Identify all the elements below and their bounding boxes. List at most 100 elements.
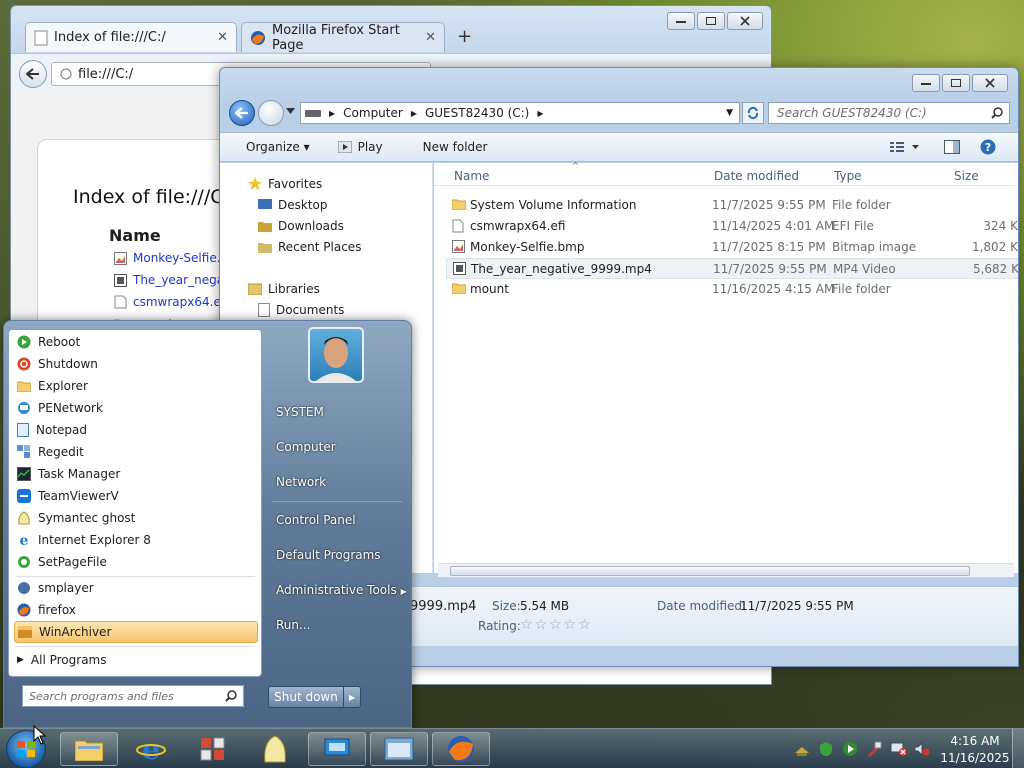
tray-network-icon[interactable] (890, 741, 908, 757)
clock-date[interactable]: 11/16/2025 (940, 751, 1010, 765)
network-icon (324, 738, 350, 756)
nav-recent-places[interactable]: Recent Places (258, 240, 361, 254)
program-smplayer[interactable]: smplayer (14, 577, 258, 599)
taskbar-penetwork[interactable] (308, 732, 366, 766)
close-tab-icon[interactable]: ✕ (425, 30, 436, 45)
column-header-size[interactable]: Size (954, 169, 979, 183)
shutdown-button[interactable]: Shut down (268, 686, 344, 708)
minimize-button[interactable] (667, 12, 695, 30)
close-tab-icon[interactable]: ✕ (217, 30, 228, 45)
nav-favorites[interactable]: Favorites (248, 177, 322, 191)
avatar[interactable] (308, 327, 364, 383)
program-teamviewer[interactable]: TeamViewerV (14, 485, 258, 507)
horizontal-scrollbar[interactable] (438, 563, 1014, 577)
table-row-selected[interactable]: The_year_negative_9999.mp4 11/7/2025 9:55… (446, 258, 1018, 279)
table-row[interactable]: mount 11/16/2025 4:15 AM File folder (446, 279, 1018, 300)
program-internet-explorer[interactable]: e Internet Explorer 8 (14, 529, 258, 551)
computer-link[interactable]: Computer (276, 440, 336, 454)
program-winarchiver[interactable]: WinArchiver (14, 621, 258, 643)
back-button[interactable] (229, 100, 255, 126)
internet-explorer-icon: e (136, 734, 166, 764)
nav-documents[interactable]: Documents (258, 303, 344, 317)
run-link[interactable]: Run... (276, 618, 310, 632)
program-reboot[interactable]: Reboot (14, 331, 258, 353)
program-task-manager[interactable]: Task Manager (14, 463, 258, 485)
taskbar-regedit[interactable] (184, 732, 242, 766)
preview-pane-icon[interactable] (944, 140, 960, 154)
play-button[interactable]: Play (337, 140, 383, 154)
help-icon[interactable]: ? (980, 139, 996, 155)
all-programs-button[interactable]: ▶ All Programs (14, 649, 258, 671)
taskbar-firefox[interactable] (432, 732, 490, 766)
maximize-button[interactable] (942, 74, 970, 92)
control-panel-link[interactable]: Control Panel (276, 513, 356, 527)
breadcrumb-computer[interactable]: Computer (343, 106, 403, 120)
teamviewer-icon (17, 489, 31, 503)
nav-downloads[interactable]: Downloads (258, 219, 344, 233)
forward-button[interactable] (258, 100, 284, 126)
show-desktop-button[interactable] (1012, 729, 1024, 768)
back-button[interactable] (19, 60, 47, 88)
user-folder-link[interactable]: SYSTEM (276, 405, 324, 419)
breadcrumb-drive[interactable]: GUEST82430 (C:) (425, 106, 529, 120)
clock-time[interactable]: 4:16 AM (940, 734, 1010, 748)
svg-text:?: ? (985, 141, 991, 154)
new-folder-button[interactable]: New folder (423, 140, 488, 154)
url-text: file:///C:/ (78, 66, 134, 82)
default-programs-link[interactable]: Default Programs (276, 548, 381, 562)
rating-stars[interactable]: ☆☆☆☆☆ (520, 617, 593, 633)
tray-app-icon[interactable] (794, 741, 810, 757)
close-button[interactable] (972, 74, 1008, 92)
minimize-button[interactable] (912, 74, 940, 92)
chevron-right-icon: ▶ (537, 108, 544, 118)
program-shutdown[interactable]: Shutdown (14, 353, 258, 375)
close-button[interactable] (727, 12, 763, 30)
administrative-tools-link[interactable]: Administrative Tools ▶ (276, 583, 407, 597)
organize-button[interactable]: Organize ▾ (246, 140, 310, 154)
taskbar-explorer-window[interactable] (370, 732, 428, 766)
column-header-type[interactable]: Type (834, 169, 862, 183)
new-tab-button[interactable]: + (457, 26, 472, 47)
tray-play-icon[interactable] (842, 741, 858, 757)
program-penetwork[interactable]: PENetwork (14, 397, 258, 419)
search-input[interactable]: Search GUEST82430 (C:) (768, 102, 1010, 124)
network-link[interactable]: Network (276, 475, 326, 489)
program-setpagefile[interactable]: SetPageFile (14, 551, 258, 573)
svg-text:e: e (20, 533, 29, 547)
taskbar-explorer[interactable] (60, 732, 118, 766)
table-row[interactable]: csmwrapx64.efi 11/14/2025 4:01 AM EFI File… (446, 216, 1018, 237)
start-search-input[interactable]: Search programs and files (22, 685, 244, 707)
tray-security-icon[interactable] (818, 741, 834, 757)
folder-icon (452, 282, 466, 294)
tray-volume-icon[interactable] (914, 741, 930, 757)
program-symantec-ghost[interactable]: Symantec ghost (14, 507, 258, 529)
tab-index[interactable]: Index of file:///C:/ ✕ (25, 22, 237, 52)
program-notepad[interactable]: Notepad (14, 419, 258, 441)
ghost-icon (17, 511, 31, 525)
chevron-down-icon[interactable]: ▼ (726, 108, 733, 118)
firefox-icon (250, 30, 266, 46)
program-regedit[interactable]: Regedit (14, 441, 258, 463)
maximize-button[interactable] (697, 12, 725, 30)
nav-libraries[interactable]: Libraries (248, 282, 320, 296)
refresh-button[interactable] (742, 102, 764, 124)
column-header-date[interactable]: Date modified (714, 169, 799, 183)
program-firefox[interactable]: firefox (14, 599, 258, 621)
history-dropdown-icon[interactable] (286, 108, 295, 114)
tab-start-page[interactable]: Mozilla Firefox Start Page ✕ (241, 22, 445, 53)
taskbar-internet-explorer[interactable]: e (122, 732, 180, 766)
shutdown-options-button[interactable]: ▶ (343, 686, 361, 708)
column-header-name[interactable]: Name (454, 169, 489, 183)
explorer-window-icon (384, 737, 414, 761)
nav-desktop[interactable]: Desktop (258, 198, 328, 212)
table-row[interactable]: System Volume Information 11/7/2025 9:55 … (446, 195, 1018, 216)
scrollbar-thumb[interactable] (450, 566, 970, 576)
list-item[interactable]: csmwrapx64.efi (114, 295, 228, 309)
bitmap-icon (452, 240, 465, 253)
program-explorer[interactable]: Explorer (14, 375, 258, 397)
taskbar-ghost[interactable] (246, 732, 304, 766)
view-options-icon[interactable] (890, 141, 920, 153)
tray-tool-icon[interactable] (866, 741, 882, 757)
address-bar[interactable]: ▶ Computer ▶ GUEST82430 (C:) ▶ ▼ (300, 102, 740, 124)
table-row[interactable]: Monkey-Selfie.bmp 11/7/2025 8:15 PM Bitmap… (446, 237, 1018, 258)
